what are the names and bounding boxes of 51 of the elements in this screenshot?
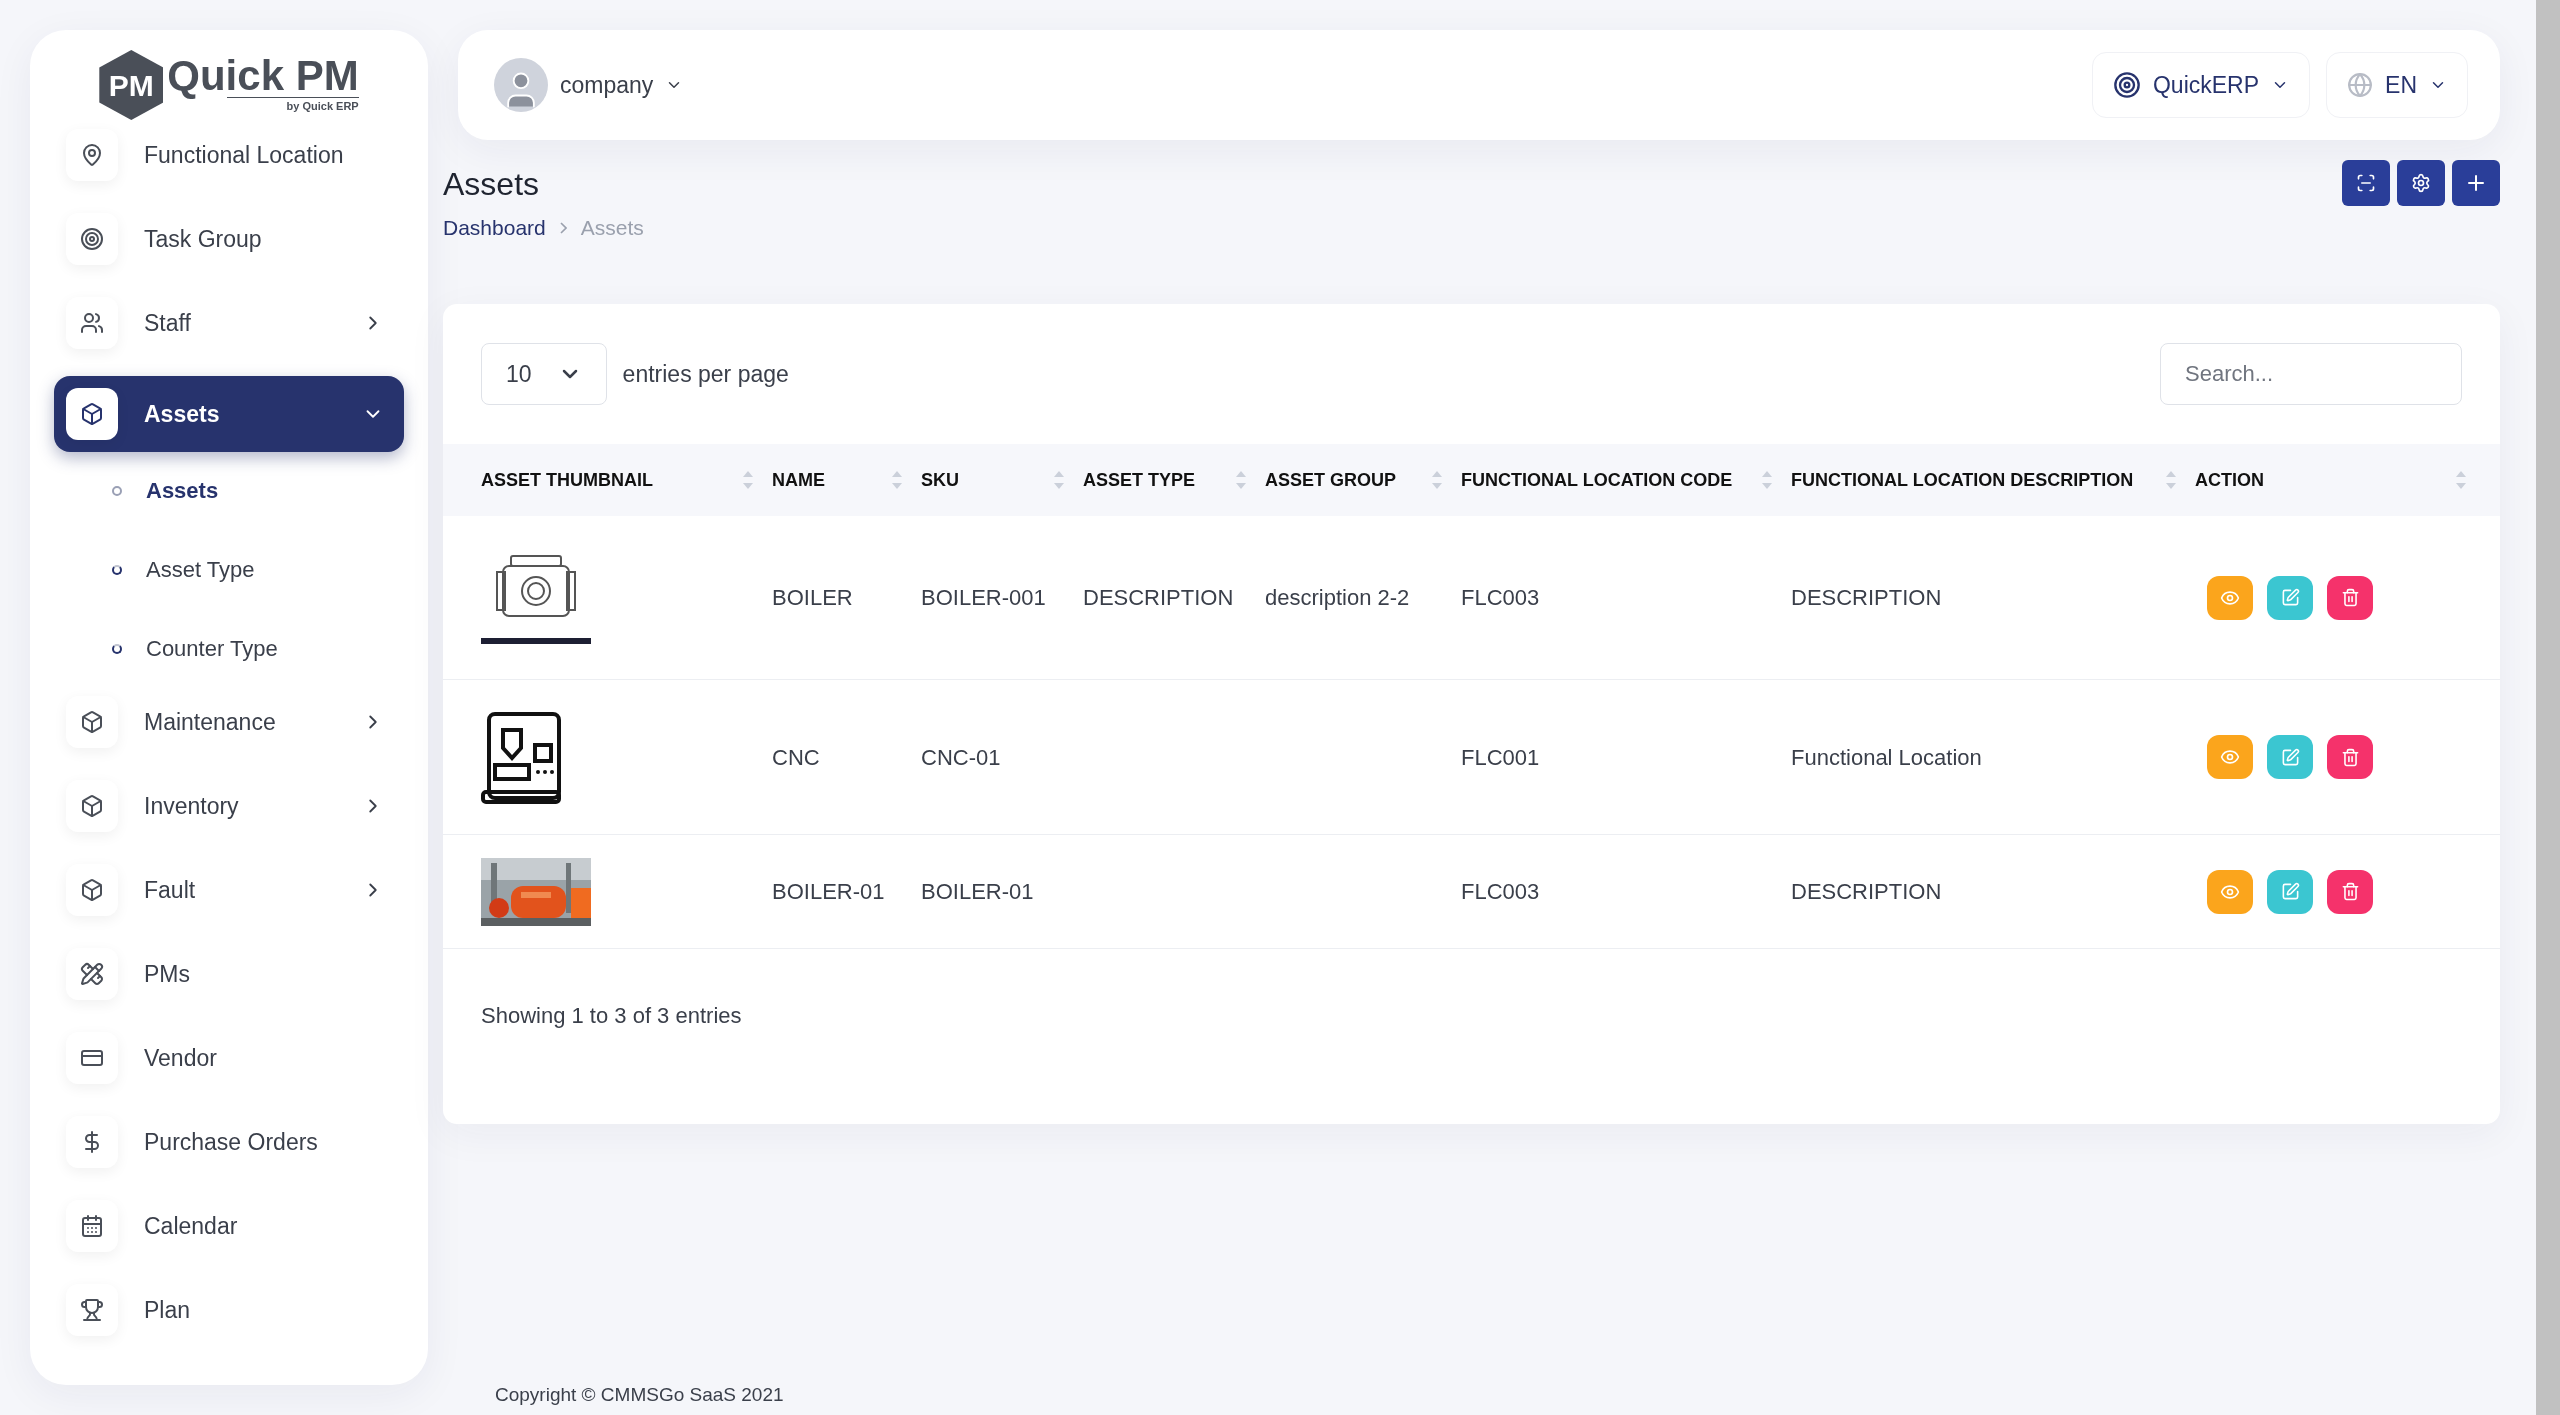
breadcrumb-link[interactable]: Dashboard <box>443 212 546 244</box>
table-cell-text: CNC-01 <box>921 743 1001 772</box>
sidebar-item[interactable]: Vendor <box>54 1027 404 1089</box>
sidebar-item[interactable]: Assets <box>54 376 404 452</box>
column-header[interactable]: ASSET TYPE <box>1083 466 1196 494</box>
submenu-item[interactable]: Asset Type <box>112 553 404 586</box>
table-cell-text: BOILER-01 <box>921 878 1034 906</box>
sidebar-item[interactable]: Inventory <box>54 775 404 837</box>
page-size-label: entries per page <box>622 359 789 389</box>
logo-text: Quick PM <box>167 55 359 98</box>
user-menu[interactable]: company <box>490 50 688 120</box>
logo-badge: PM <box>99 50 164 120</box>
logo-tagline: by Quick ERP <box>226 97 359 115</box>
column-header[interactable]: ACTION <box>2195 466 2264 494</box>
sidebar-item[interactable]: Maintenance <box>54 691 404 753</box>
column-header[interactable]: SKU <box>921 466 959 494</box>
page-size-select[interactable]: 10 <box>481 343 607 405</box>
sidebar-item[interactable]: Fault <box>54 859 404 921</box>
sidebar-item[interactable]: Staff <box>54 292 404 354</box>
company-switcher[interactable]: QuickERP <box>2091 52 2311 118</box>
sidebar-item[interactable]: Calendar <box>54 1195 404 1257</box>
submenu-item[interactable]: Assets <box>112 474 404 507</box>
table-cell-text: description 2-2 <box>1265 584 1410 612</box>
table-cell-text: BOILER-01 <box>772 878 885 906</box>
page-title: Assets <box>443 168 541 200</box>
table-cell-text: BOILER <box>772 584 853 612</box>
table-cell-text: DESCRIPTION <box>1791 878 1942 906</box>
table-cell-text: FLC003 <box>1461 584 1540 612</box>
column-header[interactable]: ASSET GROUP <box>1265 466 1397 494</box>
table-cell-text: DESCRIPTION <box>1791 584 1942 612</box>
sidebar-item[interactable]: Functional Location <box>54 124 404 186</box>
column-header[interactable]: FUNCTIONAL LOCATION CODE <box>1461 466 1733 494</box>
sidebar-item[interactable]: PMs <box>54 943 404 1005</box>
copyright-text: Copyright © CMMSGo SaaS 2021 <box>495 1383 784 1405</box>
column-header[interactable]: ASSET THUMBNAIL <box>481 466 653 494</box>
column-header[interactable]: FUNCTIONAL LOCATION DESCRIPTION <box>1791 466 2134 494</box>
breadcrumb-current: Assets <box>580 215 644 241</box>
table-cell-text: FLC003 <box>1461 878 1540 906</box>
search-field[interactable]: Search... <box>2160 343 2462 405</box>
sidebar-item[interactable]: Plan <box>54 1279 404 1341</box>
sidebar-item[interactable]: Task Group <box>54 208 404 270</box>
table-cell-text: FLC001 <box>1461 743 1540 772</box>
column-header[interactable]: NAME <box>772 466 825 494</box>
sidebar-item[interactable]: Purchase Orders <box>54 1111 404 1173</box>
entries-summary: Showing 1 to 3 of 3 entries <box>481 1003 742 1028</box>
table-cell-text: DESCRIPTION <box>1083 584 1234 612</box>
table-cell-text: BOILER-001 <box>921 584 1046 612</box>
table-cell-text: Functional Location <box>1791 743 1982 772</box>
table-cell-text: CNC <box>772 743 820 772</box>
language-selector[interactable]: EN <box>2326 52 2468 118</box>
submenu-item[interactable]: Counter Type <box>112 632 404 665</box>
